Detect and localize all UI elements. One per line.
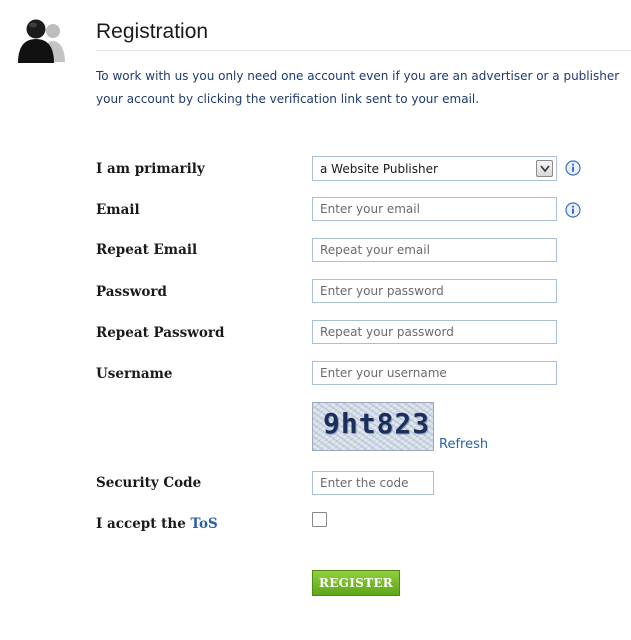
repeat-email-field[interactable]	[312, 238, 557, 262]
info-icon[interactable]	[565, 160, 581, 176]
info-icon[interactable]	[565, 202, 581, 218]
intro-line-2: your account by clicking the verificatio…	[96, 92, 480, 106]
user-silhouette-icon	[16, 16, 66, 64]
captcha-refresh-link[interactable]: Refresh	[439, 437, 488, 452]
tos-label-prefix: I accept the	[96, 516, 191, 532]
account-type-selected: a Website Publisher	[320, 162, 438, 176]
intro-text: To work with us you only need one accoun…	[96, 65, 631, 111]
email-label: Email	[96, 202, 140, 218]
title-divider	[96, 50, 631, 51]
tos-link[interactable]: ToS	[191, 516, 218, 532]
chevron-down-icon[interactable]	[536, 160, 553, 177]
security-code-label: Security Code	[96, 475, 202, 491]
repeat-password-field[interactable]	[312, 320, 557, 344]
account-type-label: I am primarily	[96, 161, 205, 177]
account-type-select[interactable]: a Website Publisher	[312, 156, 557, 181]
repeat-email-label: Repeat Email	[96, 242, 198, 258]
email-field[interactable]	[312, 197, 557, 221]
security-code-field[interactable]	[312, 471, 434, 495]
tos-label: I accept the ToS	[96, 516, 218, 532]
intro-line-1: To work with us you only need one accoun…	[96, 69, 620, 83]
tos-checkbox[interactable]	[312, 512, 327, 527]
password-label: Password	[96, 284, 167, 300]
page-title: Registration	[96, 20, 209, 43]
captcha-text: 9ht823	[323, 407, 431, 440]
password-field[interactable]	[312, 279, 557, 303]
captcha-image: 9ht823	[312, 402, 434, 451]
username-field[interactable]	[312, 361, 557, 385]
repeat-password-label: Repeat Password	[96, 325, 225, 341]
register-button[interactable]: REGISTER	[312, 570, 400, 596]
username-label: Username	[96, 366, 173, 382]
